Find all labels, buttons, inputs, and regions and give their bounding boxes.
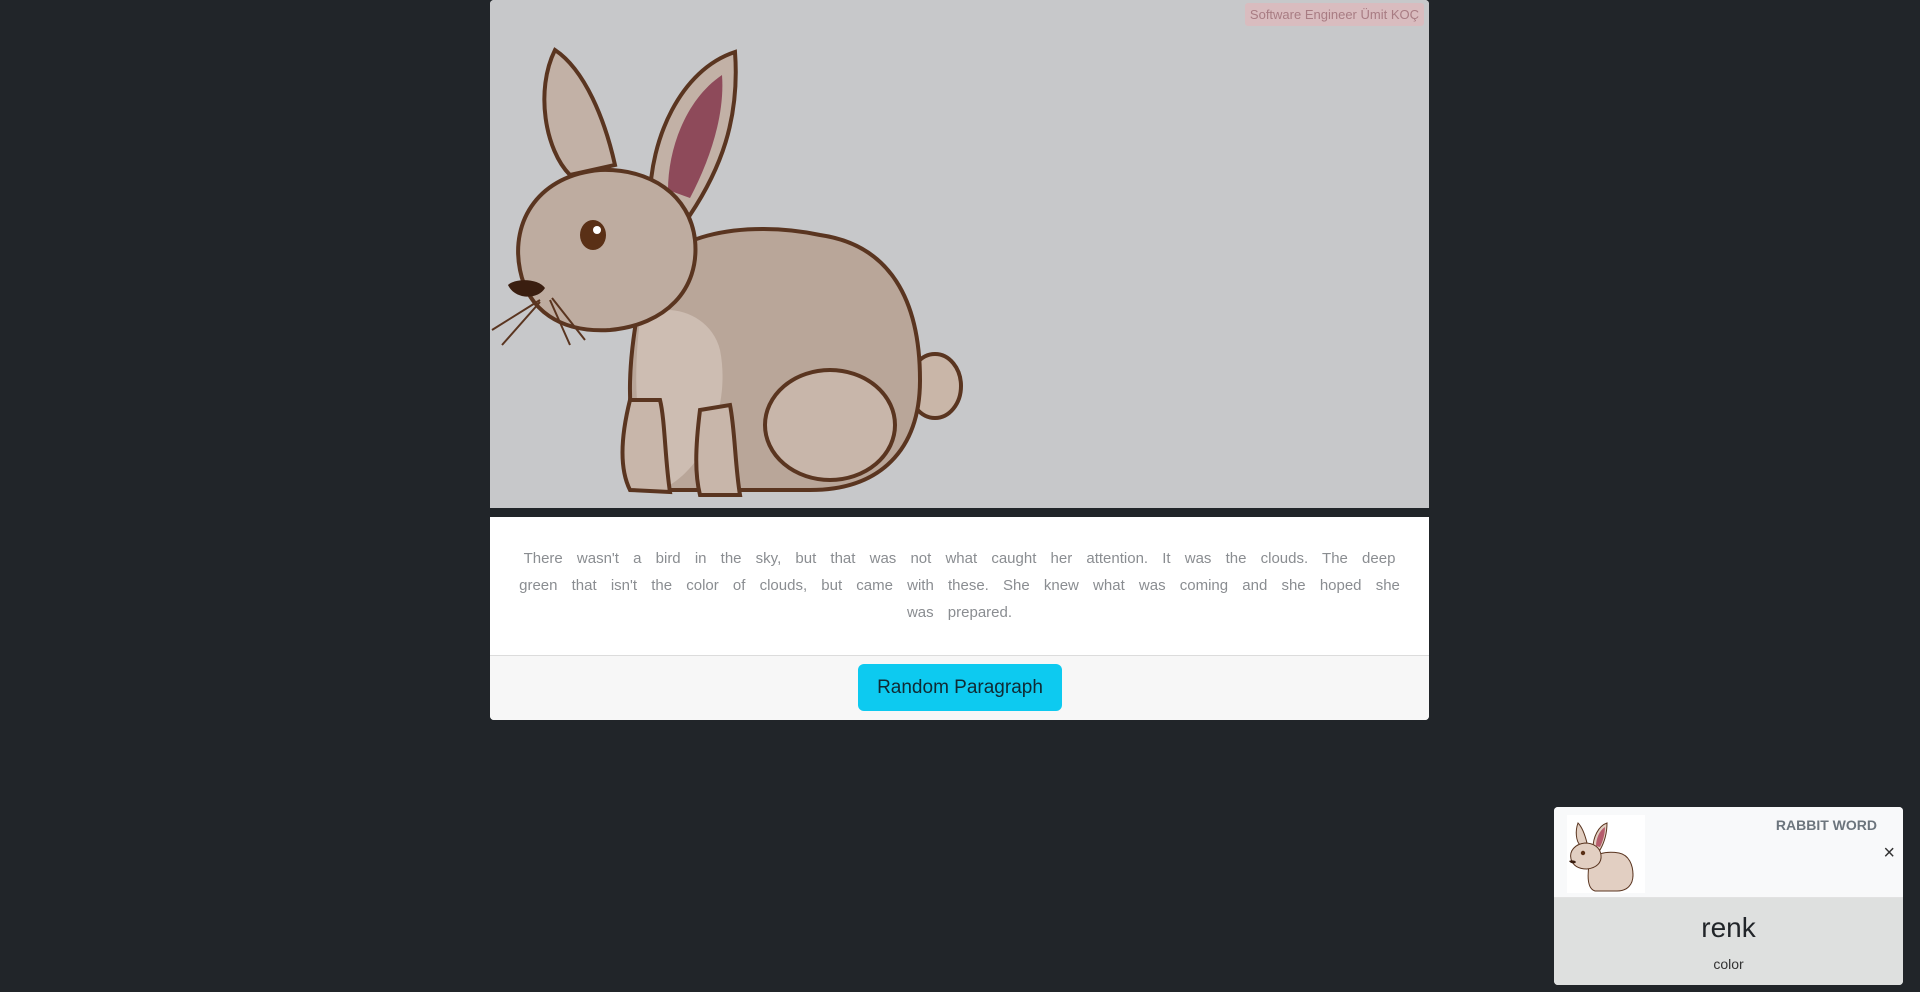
word-text: renk bbox=[1701, 912, 1756, 943]
toast-body: renk color bbox=[1554, 898, 1903, 985]
paragraph-container: There wasn't a bird in the sky, but that… bbox=[490, 517, 1429, 656]
card-divider bbox=[490, 508, 1429, 517]
word-toast: RABBIT WORD × renk color bbox=[1554, 807, 1903, 985]
toast-header: RABBIT WORD × bbox=[1554, 807, 1903, 898]
word-translation: color bbox=[1713, 956, 1744, 972]
rabbit-illustration bbox=[491, 47, 963, 497]
rabbit-icon bbox=[1567, 815, 1645, 893]
close-icon[interactable]: × bbox=[1883, 843, 1895, 863]
author-credit-badge: Software Engineer Ümit KOÇ bbox=[1244, 3, 1424, 26]
toast-title: RABBIT WORD bbox=[1775, 817, 1877, 833]
main-card: Software Engineer Ümit KOÇ There wasn't … bbox=[490, 0, 1429, 720]
card-footer: Random Paragraph bbox=[490, 656, 1429, 720]
random-paragraph-text: There wasn't a bird in the sky, but that… bbox=[519, 550, 1400, 621]
hero-image: Software Engineer Ümit KOÇ bbox=[490, 0, 1429, 508]
random-paragraph-button[interactable]: Random Paragraph bbox=[858, 664, 1062, 711]
